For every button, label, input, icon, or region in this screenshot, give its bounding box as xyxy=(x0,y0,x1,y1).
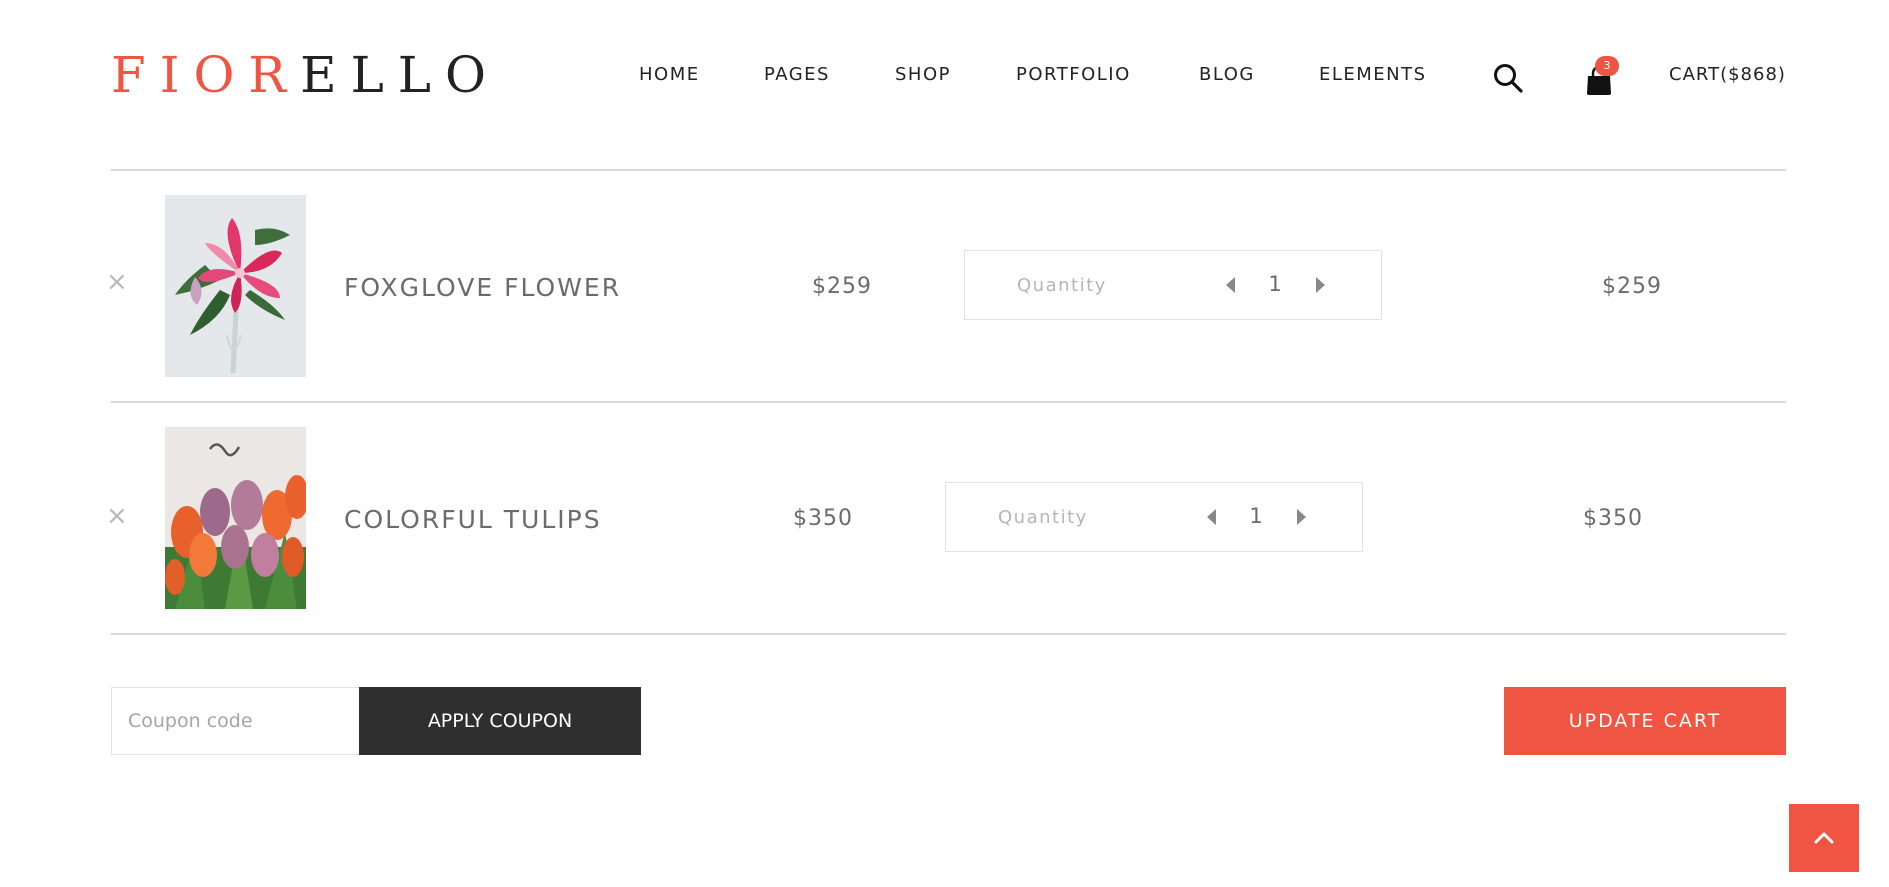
quantity-increase-icon[interactable] xyxy=(1309,274,1331,296)
coupon-code-input[interactable] xyxy=(111,687,360,755)
cart-total-link[interactable]: CART($868) xyxy=(1669,64,1786,85)
nav-item-pages[interactable]: PAGES xyxy=(764,64,830,85)
product-subtotal: $259 xyxy=(1602,274,1662,299)
nav-item-home[interactable]: HOME xyxy=(639,64,700,85)
search-icon[interactable] xyxy=(1492,62,1524,94)
table-divider xyxy=(111,633,1786,635)
scroll-to-top-button[interactable] xyxy=(1789,804,1859,872)
product-price: $350 xyxy=(793,506,853,531)
quantity-label: Quantity xyxy=(998,507,1088,528)
quantity-stepper: Quantity 1 xyxy=(964,250,1382,320)
product-name[interactable]: COLORFUL TULIPS xyxy=(344,505,602,534)
remove-item-button[interactable]: × xyxy=(106,503,128,529)
product-subtotal: $350 xyxy=(1583,506,1643,531)
product-name[interactable]: FOXGLOVE FLOWER xyxy=(344,273,621,302)
product-price: $259 xyxy=(812,274,872,299)
table-divider xyxy=(111,401,1786,403)
quantity-decrease-icon[interactable] xyxy=(1201,506,1223,528)
product-image-tulips[interactable] xyxy=(165,427,306,609)
update-cart-button[interactable]: UPDATE CART xyxy=(1504,687,1786,755)
site-logo[interactable]: FIORELLO xyxy=(111,50,500,100)
nav-item-elements[interactable]: ELEMENTS xyxy=(1319,64,1427,85)
nav-item-portfolio[interactable]: PORTFOLIO xyxy=(1016,64,1131,85)
table-divider xyxy=(111,169,1786,171)
quantity-decrease-icon[interactable] xyxy=(1220,274,1242,296)
quantity-stepper: Quantity 1 xyxy=(945,482,1363,552)
cart-count-badge: 3 xyxy=(1595,56,1619,76)
nav-item-blog[interactable]: BLOG xyxy=(1199,64,1255,85)
quantity-increase-icon[interactable] xyxy=(1290,506,1312,528)
logo-part-dark: ELLO xyxy=(300,46,500,104)
logo-part-accent: FIOR xyxy=(111,46,301,104)
chevron-up-icon xyxy=(1814,832,1834,844)
remove-item-button[interactable]: × xyxy=(106,269,128,295)
nav-item-shop[interactable]: SHOP xyxy=(895,64,951,85)
quantity-label: Quantity xyxy=(1017,275,1107,296)
quantity-value[interactable]: 1 xyxy=(1236,504,1276,528)
apply-coupon-button[interactable]: APPLY COUPON xyxy=(359,687,641,755)
product-image-foxglove[interactable] xyxy=(165,195,306,377)
quantity-value[interactable]: 1 xyxy=(1255,272,1295,296)
